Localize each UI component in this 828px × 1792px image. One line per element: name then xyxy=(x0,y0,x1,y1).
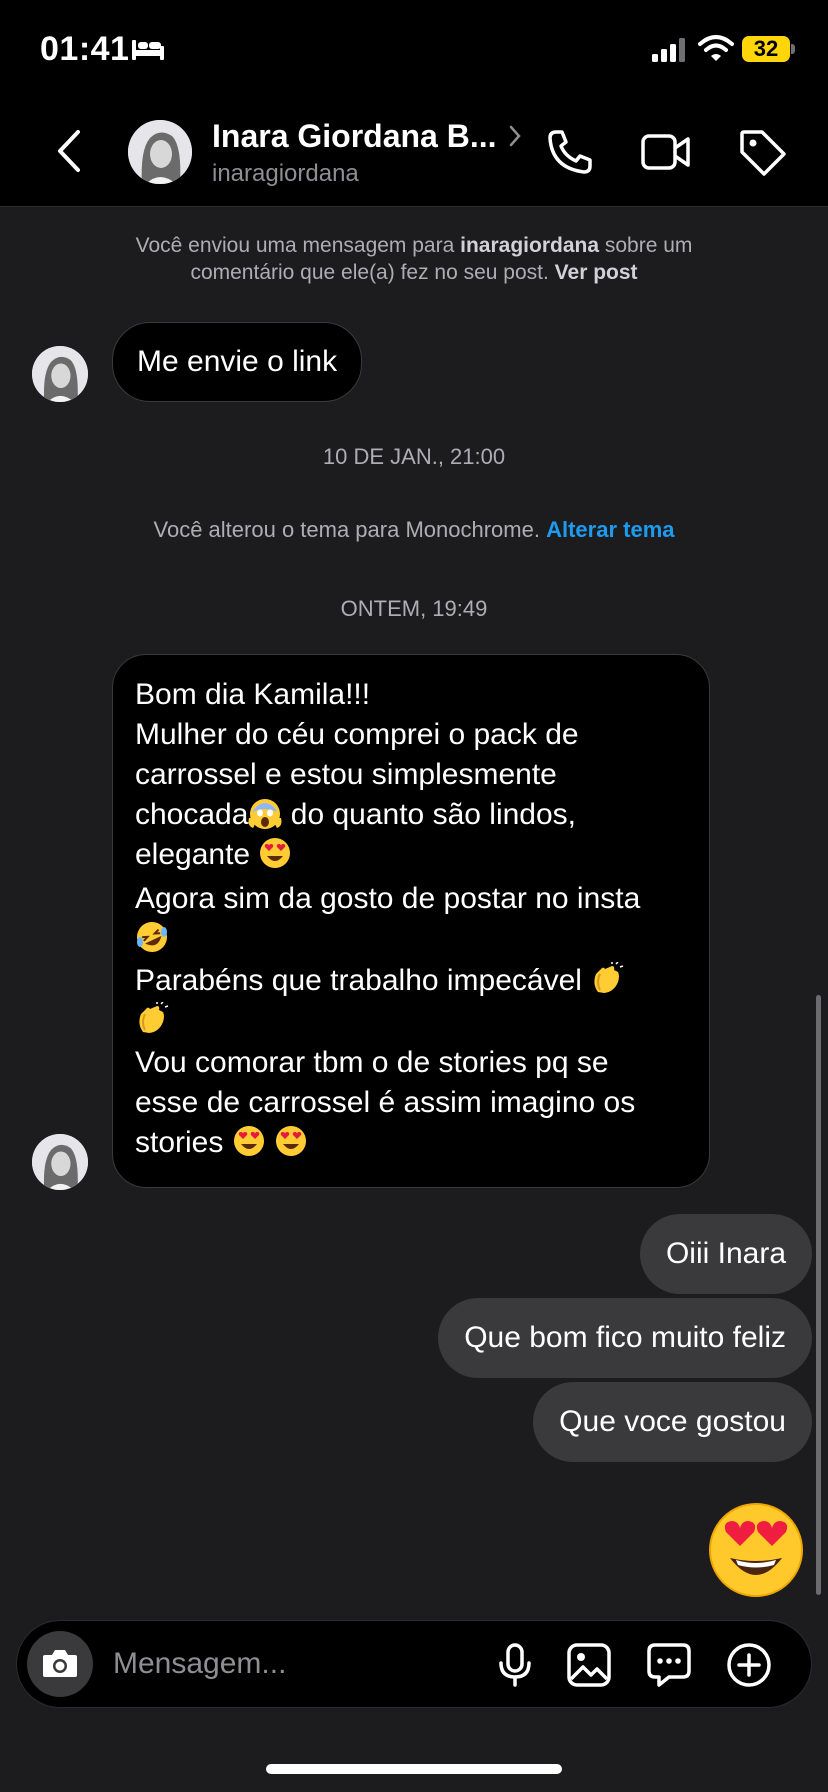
clapping-hands-emoji-icon xyxy=(594,962,624,993)
back-icon[interactable] xyxy=(50,126,90,176)
microphone-icon[interactable] xyxy=(491,1641,539,1689)
outgoing-message[interactable]: Que voce gostou xyxy=(533,1382,812,1462)
timestamp: ONTEM, 19:49 xyxy=(340,596,488,621)
chevron-right-icon[interactable] xyxy=(508,124,522,148)
avatar-photo xyxy=(32,1134,88,1190)
change-theme-link[interactable]: Alterar tema xyxy=(546,517,674,542)
timestamp: 10 DE JAN., 21:00 xyxy=(322,444,506,469)
message-text: elegante xyxy=(135,838,259,871)
heart-eyes-emoji-icon xyxy=(276,1126,307,1156)
screaming-face-emoji-icon xyxy=(248,799,282,829)
plus-icon[interactable] xyxy=(725,1641,773,1689)
message-line: Agora sim da gosto de postar no insta xyxy=(135,882,641,915)
outgoing-message[interactable]: Que bom fico muito feliz xyxy=(438,1298,812,1378)
message-line xyxy=(135,919,687,959)
wifi-icon xyxy=(698,35,734,61)
camera-button[interactable] xyxy=(27,1631,93,1697)
sleep-mode-icon xyxy=(132,40,164,60)
message-composer xyxy=(16,1620,812,1708)
incoming-message[interactable]: Me envie o link xyxy=(112,322,363,402)
heart-eyes-emoji-icon[interactable] xyxy=(706,1500,806,1600)
phone-icon[interactable] xyxy=(544,126,596,178)
system-message-theme: Você alterou o tema para Monochrome. Alt… xyxy=(90,516,738,543)
contact-avatar[interactable] xyxy=(128,120,192,184)
battery-cap xyxy=(791,44,795,54)
tag-icon[interactable] xyxy=(736,126,788,178)
message-line: elegante xyxy=(135,835,687,875)
view-post-link[interactable]: Ver post xyxy=(555,261,638,284)
message-line: Mulher do céu comprei o pack de xyxy=(135,718,579,751)
message-text: stories xyxy=(135,1126,232,1159)
contact-name[interactable]: Inara Giordana B... xyxy=(212,118,497,155)
scrollbar[interactable] xyxy=(816,995,821,1595)
message-line: Parabéns que trabalho impecável xyxy=(135,961,687,1001)
system-message-comment: Você enviou uma mensagem para inaragiord… xyxy=(90,232,738,286)
video-icon[interactable] xyxy=(640,130,692,174)
rolling-laughing-emoji-icon xyxy=(137,922,167,952)
theme-change-text: Você alterou o tema para Monochrome. xyxy=(153,517,540,542)
heart-eyes-emoji-icon xyxy=(233,1126,264,1156)
avatar-photo xyxy=(32,346,88,402)
message-text: chocada xyxy=(135,798,249,831)
message-input[interactable] xyxy=(113,1641,473,1687)
contact-username: inaragiordana xyxy=(212,160,359,187)
message-line: Vou comorar tbm o de stories pq se xyxy=(135,1046,609,1079)
message-text: do quanto são lindos, xyxy=(282,798,576,831)
system-prefix: Você enviou uma mensagem para xyxy=(135,234,455,257)
signal-icon xyxy=(652,38,685,62)
heart-eyes-emoji-icon xyxy=(260,838,291,868)
camera-icon xyxy=(43,1650,77,1677)
message-line: esse de carrossel é assim imagino os xyxy=(135,1086,636,1119)
message-line: stories xyxy=(135,1123,687,1163)
avatar-photo xyxy=(128,120,192,184)
message-text: Parabéns que trabalho impecável xyxy=(135,964,591,997)
top-bar: 01:41 32 Inara Giordana B... inaragiorda… xyxy=(0,0,828,207)
outgoing-message[interactable]: Oiii Inara xyxy=(639,1214,812,1294)
system-username[interactable]: inaragiordana xyxy=(460,234,599,257)
battery-level: 32 xyxy=(742,36,790,62)
clapping-hands-emoji-icon xyxy=(139,1002,169,1033)
image-icon[interactable] xyxy=(565,1641,613,1689)
incoming-message-long[interactable]: Bom dia Kamila!!! Mulher do céu comprei … xyxy=(112,654,710,1188)
message-line xyxy=(135,1001,687,1041)
home-indicator[interactable] xyxy=(266,1764,562,1774)
sticker-icon[interactable] xyxy=(645,1641,693,1689)
sender-avatar[interactable] xyxy=(32,1134,88,1190)
sender-avatar[interactable] xyxy=(32,346,88,402)
message-line: Bom dia Kamila!!! xyxy=(135,678,371,711)
message-line: chocada do quanto são lindos, xyxy=(135,795,687,835)
status-time: 01:41 xyxy=(40,30,130,68)
message-line: carrossel e estou simplesmente xyxy=(135,758,557,791)
